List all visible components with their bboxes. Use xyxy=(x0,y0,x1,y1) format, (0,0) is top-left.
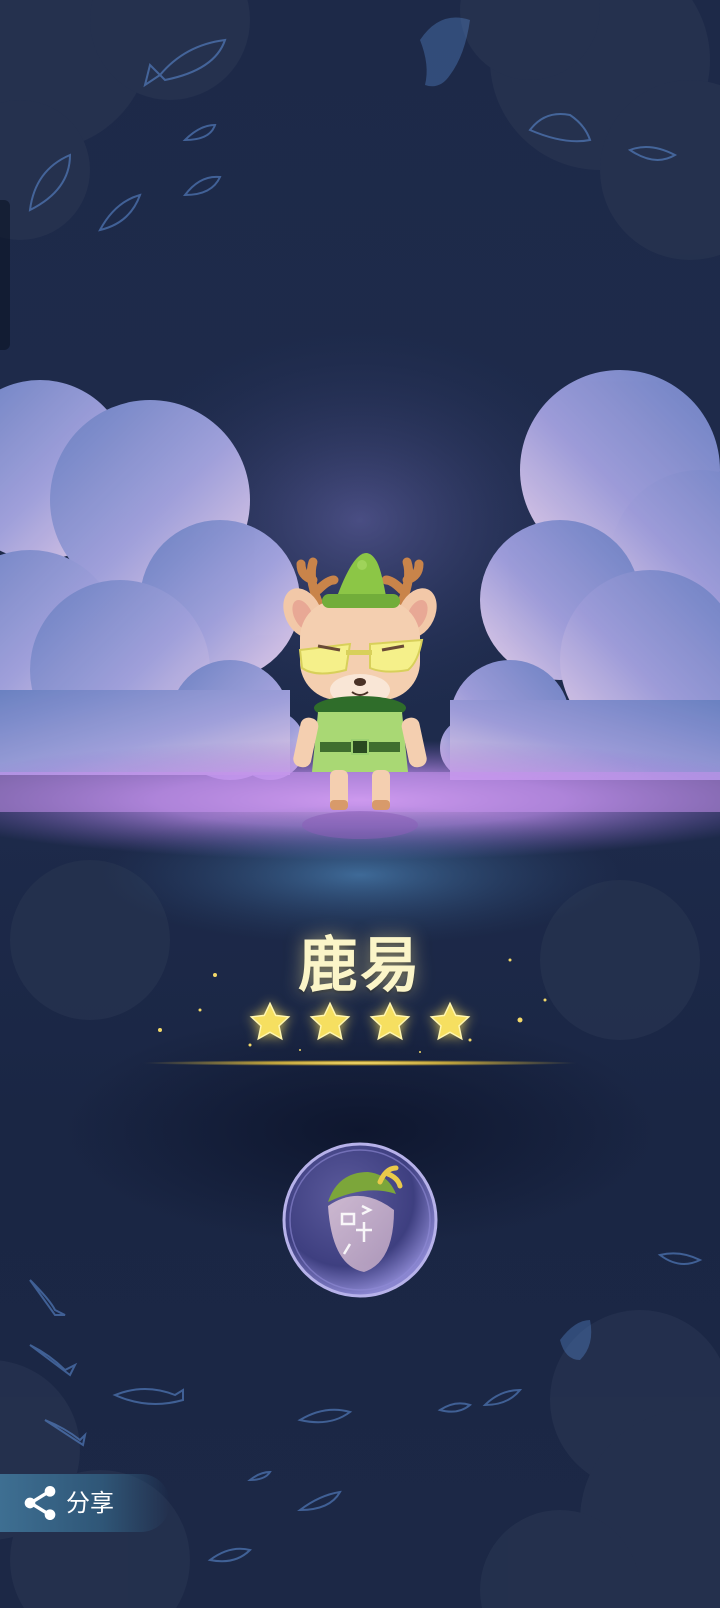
share-button[interactable]: 分享 xyxy=(0,1474,170,1532)
acorn-icon xyxy=(282,1142,438,1298)
dark-clouds-top xyxy=(0,0,720,260)
item-badge-button[interactable] xyxy=(280,1140,440,1300)
star-icon xyxy=(309,1001,351,1041)
character-reveal-screen: 鹿易 分享 xyxy=(0,0,720,1608)
side-drawer-handle[interactable] xyxy=(0,200,10,350)
gold-divider xyxy=(140,1060,580,1066)
share-icon xyxy=(24,1486,56,1520)
background-scene xyxy=(0,0,720,1608)
star-icon xyxy=(249,1001,291,1041)
share-label: 分享 xyxy=(66,1489,114,1517)
star-icon xyxy=(369,1001,411,1041)
star-icon xyxy=(429,1001,471,1041)
star-rating xyxy=(248,1000,472,1046)
character-name: 鹿易 xyxy=(298,931,422,1001)
